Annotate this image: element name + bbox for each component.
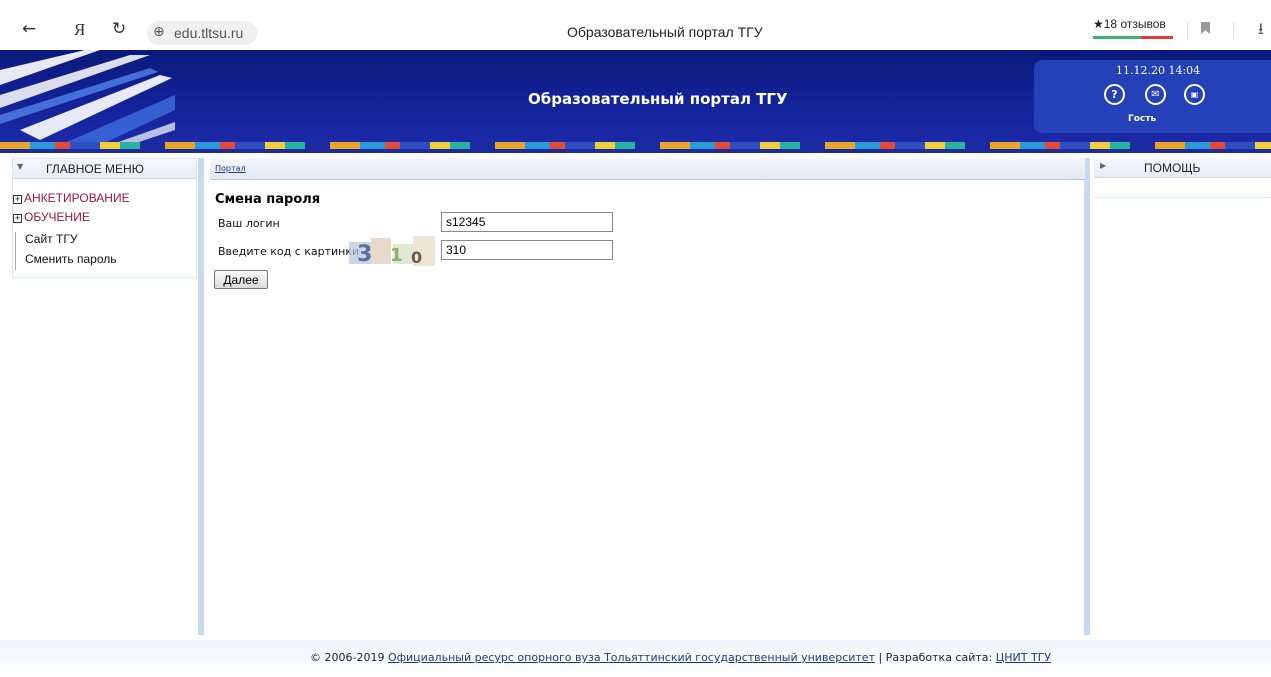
developer-label: | Разработка сайта: <box>878 651 993 664</box>
address-bar[interactable]: ⊕ edu.tltsu.ru <box>147 21 257 45</box>
captcha-digit: 1 <box>390 245 403 266</box>
menu-item-education[interactable]: + ОБУЧЕНИЕ <box>13 210 90 224</box>
section-title: Смена пароля <box>215 192 321 207</box>
developer-link[interactable]: ЦНИТ ТГУ <box>996 651 1051 664</box>
menu-link-tsu-site[interactable]: Сайт ТГУ <box>25 232 77 246</box>
main-menu-title: ГЛАВНОЕ МЕНЮ <box>46 162 144 176</box>
captcha-field[interactable] <box>441 240 613 260</box>
collapse-arrow-icon[interactable]: ▼ <box>17 162 23 171</box>
datetime-label: 11.12.20 14:04 <box>1116 64 1201 77</box>
download-icon[interactable]: ⭳ <box>1258 18 1264 45</box>
captcha-image: 3 1 0 <box>349 236 436 268</box>
reviews-badge[interactable]: ★18 отзывов <box>1093 17 1173 39</box>
page-title: Образовательный портал ТГУ <box>528 90 788 108</box>
browser-toolbar: ← Я ↻ ⊕ edu.tltsu.ru Образовательный пор… <box>0 0 1271 50</box>
header-color-stripe <box>0 142 1271 149</box>
lock-icon[interactable]: ▣ <box>1184 84 1205 105</box>
next-button[interactable]: Далее <box>214 270 268 289</box>
content-header: Портал <box>210 158 1085 180</box>
expand-icon[interactable]: + <box>13 195 22 204</box>
captcha-digit: 0 <box>411 248 422 267</box>
left-splitter[interactable] <box>198 158 204 635</box>
reload-button[interactable]: ↻ <box>112 21 126 38</box>
globe-icon: ⊕ <box>153 24 165 40</box>
yandex-logo-button[interactable]: Я <box>74 21 85 38</box>
help-panel-title: ПОМОЩЬ <box>1144 161 1201 175</box>
reviews-label: ★18 отзывов <box>1093 17 1166 31</box>
menu-link-change-password[interactable]: Сменить пароль <box>25 252 117 266</box>
help-icon[interactable]: ? <box>1104 84 1125 105</box>
header-divider <box>0 149 1271 153</box>
back-button[interactable]: ← <box>22 21 36 38</box>
tree-line <box>15 232 16 270</box>
expand-arrow-icon[interactable]: ▶ <box>1100 161 1106 170</box>
breadcrumb[interactable]: Портал <box>215 164 246 173</box>
reviews-rating-bar <box>1093 36 1173 39</box>
menu-item-surveys[interactable]: + АНКЕТИРОВАНИЕ <box>13 191 130 205</box>
toolbar-divider <box>1187 22 1188 38</box>
help-panel: ▶ ПОМОЩЬ <box>1094 158 1271 198</box>
menu-item-label: ОБУЧЕНИЕ <box>24 210 90 224</box>
user-info-panel: 11.12.20 14:04 ? ✉ ▣ Гость <box>1034 60 1271 133</box>
bookmark-icon[interactable] <box>1201 22 1210 34</box>
footer: © 2006-2019 Официальный ресурс опорного … <box>0 640 1271 677</box>
login-field[interactable] <box>441 212 613 232</box>
page-tab-title: Образовательный портал ТГУ <box>567 24 763 40</box>
login-label: Ваш логин <box>218 217 280 230</box>
url-text: edu.tltsu.ru <box>174 25 244 41</box>
main-menu-header[interactable]: ▼ ГЛАВНОЕ МЕНЮ <box>13 159 196 179</box>
logo-stripes <box>0 50 175 145</box>
right-splitter[interactable] <box>1084 158 1090 635</box>
resource-link[interactable]: Официальный ресурс опорного вуза Тольятт… <box>388 651 875 664</box>
mail-icon[interactable]: ✉ <box>1145 84 1166 105</box>
toolbar-divider <box>1233 22 1234 38</box>
site-header: Образовательный портал ТГУ 11.12.20 14:0… <box>0 50 1271 145</box>
help-panel-header[interactable]: ▶ ПОМОЩЬ <box>1094 158 1271 178</box>
user-name: Гость <box>1128 114 1157 124</box>
expand-icon[interactable]: + <box>13 214 22 223</box>
menu-item-label: АНКЕТИРОВАНИЕ <box>24 191 130 205</box>
footer-text: © 2006-2019 Официальный ресурс опорного … <box>310 651 1051 664</box>
captcha-label: Введите код с картинки <box>218 245 360 258</box>
copyright: © 2006-2019 <box>310 651 385 664</box>
captcha-digit: 3 <box>357 242 372 267</box>
